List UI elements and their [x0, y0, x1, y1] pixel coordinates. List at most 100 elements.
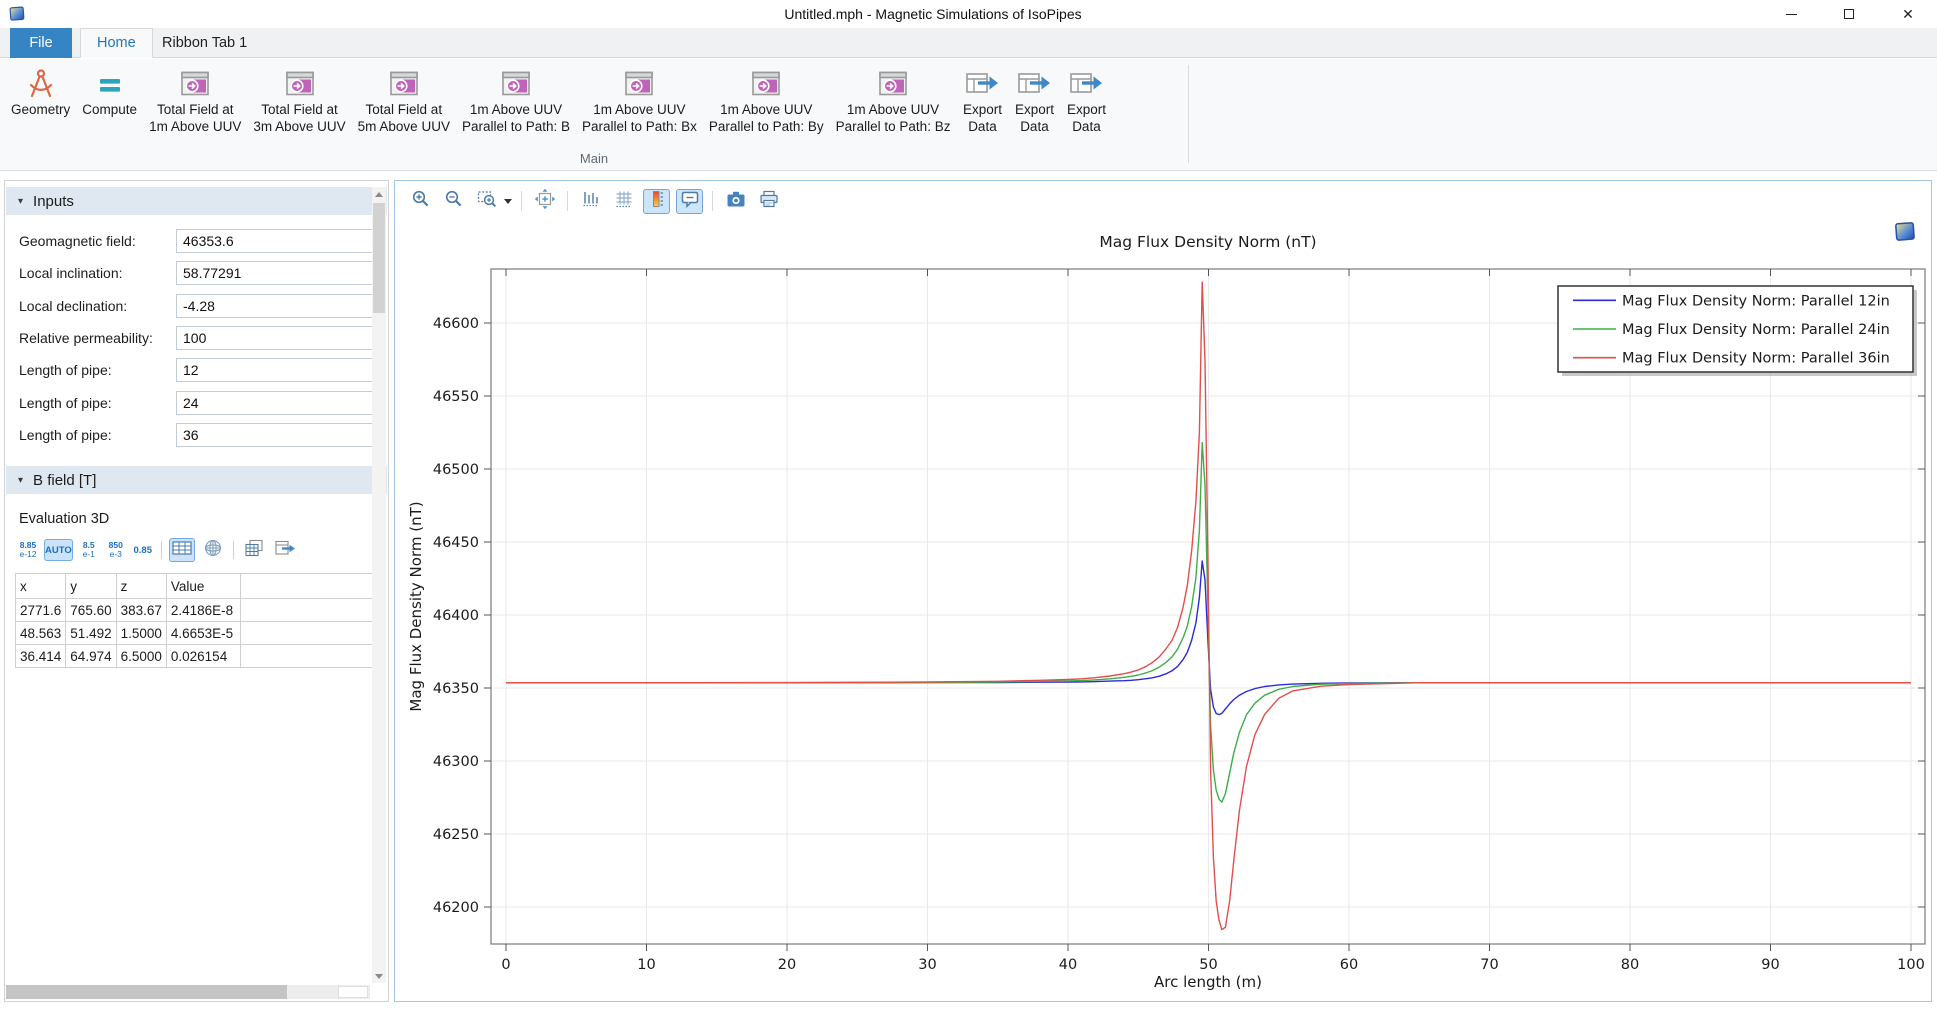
zoom-in-button[interactable] [407, 189, 434, 214]
plot-window-icon [499, 66, 533, 102]
zoom-extents-button[interactable] [531, 189, 558, 214]
toolbar-separator [161, 541, 162, 559]
precision-label: 0.85 [134, 546, 153, 555]
table-cell[interactable]: 2771.6 [16, 599, 66, 622]
plot-group-icon[interactable] [1893, 221, 1917, 243]
panel-horizontal-scrollbar[interactable] [6, 985, 370, 999]
minimize-icon [1786, 14, 1797, 15]
table-row[interactable]: 36.41464.9746.50000.026154 [16, 645, 385, 668]
ribbon-button-1m-above-uuv-parallel-to-path-b[interactable]: 1m Above UUVParallel to Path: B [457, 63, 575, 138]
ribbon-button-1m-above-uuv-parallel-to-path-by[interactable]: 1m Above UUVParallel to Path: By [704, 63, 829, 138]
horizontal-scroll-thumb[interactable] [6, 985, 287, 999]
table-cell[interactable]: 765.60 [66, 599, 116, 622]
table-cell[interactable]: 36.414 [16, 645, 66, 668]
file-menu-button[interactable]: File [10, 28, 72, 58]
table-cell[interactable]: 51.492 [66, 622, 116, 645]
table-cell[interactable]: 64.974 [66, 645, 116, 668]
precision-button-0.85[interactable]: 0.85 [132, 539, 154, 561]
y-tick-label: 46300 [433, 754, 479, 770]
graphics-panel[interactable]: 0102030405060708090100462004625046300463… [394, 180, 1932, 1002]
plot-tooltips-icon [679, 189, 701, 214]
globe-view-button[interactable] [200, 538, 226, 562]
ribbon: Geometry Compute Total Field at1m Above UU… [0, 59, 1937, 171]
copy-table-button[interactable] [241, 538, 267, 562]
show-axes-button[interactable] [577, 189, 604, 214]
table-cell[interactable]: 1.5000 [116, 622, 166, 645]
toolbar-separator [233, 541, 234, 559]
table-cell[interactable]: 4.6653E-5 [166, 622, 240, 645]
tab-home[interactable]: Home [80, 28, 153, 58]
table-view-button[interactable] [169, 538, 195, 562]
precision-button-850[interactable]: 850e-3 [105, 539, 127, 561]
tab-ribbon-tab-1[interactable]: Ribbon Tab 1 [146, 28, 263, 58]
scrollbar-corner [338, 986, 368, 998]
table-cell[interactable]: 383.67 [116, 599, 166, 622]
plot-area[interactable]: 0102030405060708090100462004625046300463… [395, 181, 1931, 1001]
zoom-out-button[interactable] [440, 189, 467, 214]
input-field-row: Length of pipe: [5, 419, 390, 451]
bfield-section-header[interactable]: ▾ B field [T] [6, 466, 387, 494]
export-table-icon [274, 539, 296, 562]
zoom-box-button[interactable] [473, 189, 500, 214]
field-input-2[interactable] [176, 294, 374, 318]
field-label: Geomagnetic field: [19, 233, 136, 249]
x-axis-label: Arc length (m) [1154, 973, 1262, 991]
inputs-section-header[interactable]: ▾ Inputs [6, 187, 387, 215]
maximize-button[interactable] [1820, 0, 1878, 28]
ribbon-button-label: 1m Above UUV [847, 102, 939, 119]
y-tick-label: 46250 [433, 827, 479, 843]
y-tick-label: 46550 [433, 389, 479, 405]
field-input-3[interactable] [176, 326, 374, 350]
panel-vertical-scrollbar[interactable] [372, 187, 386, 983]
snapshot-button[interactable] [722, 189, 749, 214]
ribbon-button-compute[interactable]: Compute [77, 63, 142, 122]
table-cell[interactable]: 6.5000 [116, 645, 166, 668]
field-input-6[interactable] [176, 423, 374, 447]
plot-window-icon [283, 66, 317, 102]
print-button[interactable] [755, 189, 782, 214]
table-row[interactable]: 2771.6765.60383.672.4186E-8 [16, 599, 385, 622]
table-cell[interactable]: 0.026154 [166, 645, 240, 668]
legend-label-0: Mag Flux Density Norm: Parallel 12in [1622, 293, 1890, 309]
ribbon-button-export-data[interactable]: ExportData [1061, 63, 1111, 138]
scroll-down-icon[interactable] [372, 969, 386, 983]
close-button[interactable]: ✕ [1879, 0, 1937, 28]
plot-window-icon [749, 66, 783, 102]
ribbon-button-export-data[interactable]: ExportData [957, 63, 1007, 138]
ribbon-button-label: Parallel to Path: Bx [582, 119, 697, 136]
legend-label-1: Mag Flux Density Norm: Parallel 24in [1622, 322, 1890, 338]
x-tick-label: 0 [501, 957, 510, 973]
table-cell[interactable]: 48.563 [16, 622, 66, 645]
table-cell[interactable]: 2.4186E-8 [166, 599, 240, 622]
table-row[interactable]: 48.56351.4921.50004.6653E-5 [16, 622, 385, 645]
export-table-button[interactable] [272, 538, 298, 562]
ribbon-button-export-data[interactable]: ExportData [1009, 63, 1059, 138]
ribbon-button-label: 3m Above UUV [253, 119, 345, 136]
ribbon-button-label: Data [1072, 119, 1101, 136]
scroll-up-icon[interactable] [372, 187, 386, 201]
ribbon-button-geometry[interactable]: Geometry [6, 63, 75, 122]
chevron-down-icon[interactable] [504, 199, 512, 204]
input-field-row: Local declination: [5, 290, 390, 322]
color-legend-button[interactable] [643, 189, 670, 214]
minimize-button[interactable] [1762, 0, 1820, 28]
table-header-y: y [66, 574, 116, 599]
field-label: Length of pipe: [19, 395, 112, 411]
field-input-0[interactable] [176, 229, 374, 253]
precision-button-auto[interactable]: AUTO [44, 539, 73, 561]
ribbon-button-total-field-at-1m-above-uuv[interactable]: Total Field at1m Above UUV [144, 63, 246, 138]
ribbon-button-label: Compute [82, 102, 137, 119]
ribbon-button-1m-above-uuv-parallel-to-path-bz[interactable]: 1m Above UUVParallel to Path: Bz [831, 63, 956, 138]
precision-button-8.85[interactable]: 8.85e-12 [17, 539, 39, 561]
plot-tooltips-button[interactable] [676, 189, 703, 214]
show-grid-button[interactable] [610, 189, 637, 214]
ribbon-button-total-field-at-5m-above-uuv[interactable]: Total Field at5m Above UUV [353, 63, 455, 138]
field-input-4[interactable] [176, 358, 374, 382]
field-input-1[interactable] [176, 261, 374, 285]
precision-button-8.5[interactable]: 8.5e-1 [78, 539, 100, 561]
ribbon-button-total-field-at-3m-above-uuv[interactable]: Total Field at3m Above UUV [248, 63, 350, 138]
ribbon-button-label: 5m Above UUV [358, 119, 450, 136]
field-input-5[interactable] [176, 391, 374, 415]
ribbon-button-1m-above-uuv-parallel-to-path-bx[interactable]: 1m Above UUVParallel to Path: Bx [577, 63, 702, 138]
vertical-scroll-thumb[interactable] [373, 203, 385, 313]
